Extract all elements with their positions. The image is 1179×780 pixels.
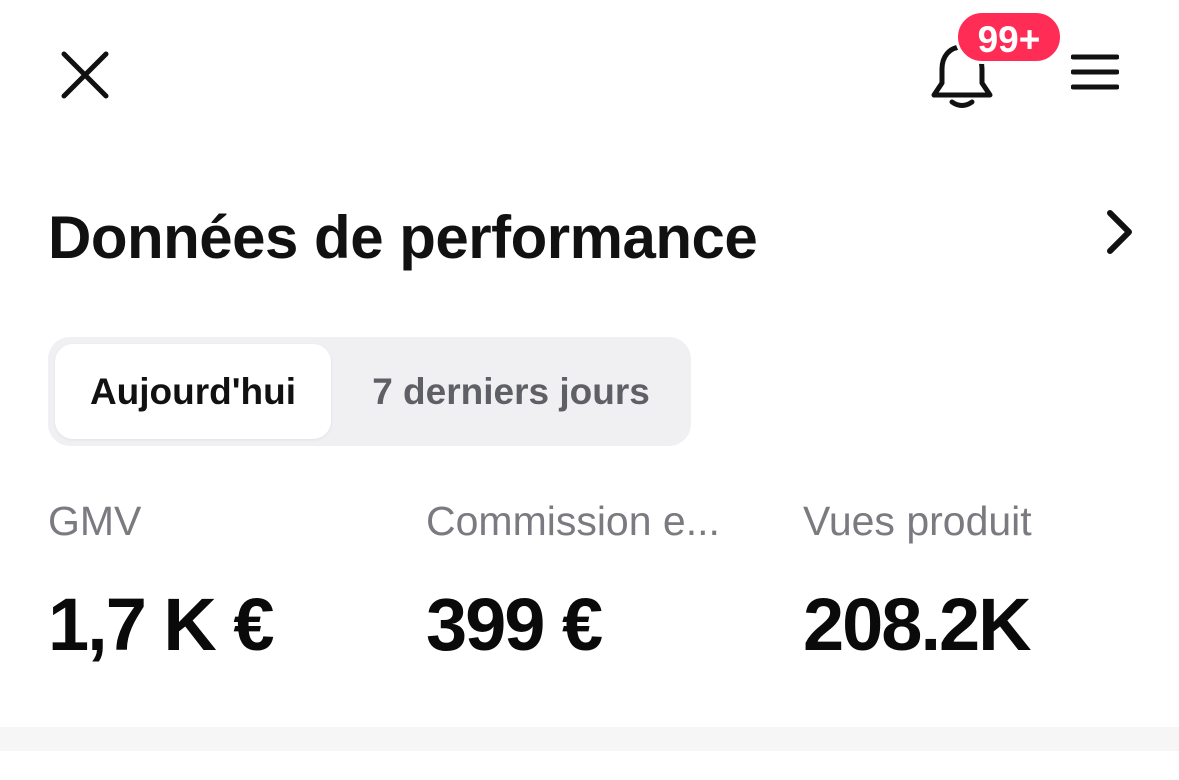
metric-gmv[interactable]: GMV 1,7 K €: [48, 495, 388, 667]
close-icon: [61, 51, 109, 99]
section-title: Données de performance: [48, 204, 758, 271]
metric-label: GMV: [48, 498, 142, 544]
metric-value: 208.2K: [803, 583, 1032, 666]
hamburger-menu-icon: [1071, 54, 1119, 90]
metric-value: 399 €: [426, 583, 603, 666]
top-bar: 99+: [0, 0, 1179, 150]
metric-label: Vues produit: [803, 498, 1032, 544]
metric-commission[interactable]: Commission e... 399 €: [426, 495, 766, 667]
metric-value: 1,7 K €: [48, 583, 275, 666]
metric-product-views[interactable]: Vues produit 208.2K: [803, 495, 1143, 667]
notification-badge: 99+: [955, 10, 1063, 64]
chevron-right-icon: [1107, 210, 1132, 254]
tab-last-7-days[interactable]: 7 derniers jours: [338, 344, 684, 439]
period-selector: Aujourd'hui 7 derniers jours: [48, 337, 691, 446]
metric-label: Commission e...: [426, 498, 720, 544]
section-divider: [0, 727, 1179, 751]
tab-today[interactable]: Aujourd'hui: [55, 344, 331, 439]
close-button[interactable]: [50, 40, 120, 110]
section-details-button[interactable]: [1090, 200, 1150, 264]
menu-button[interactable]: [1062, 44, 1128, 100]
